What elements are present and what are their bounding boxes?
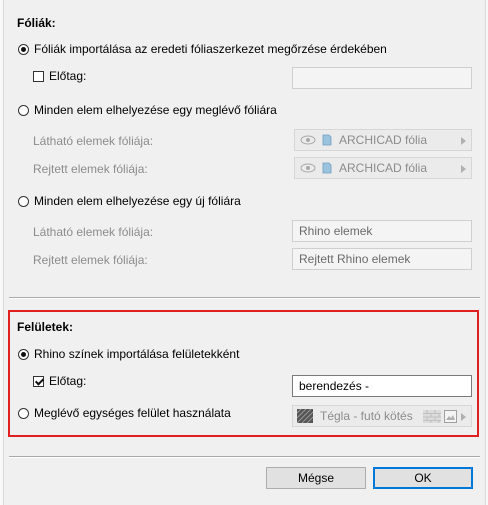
visible-layer-value: ARCHICAD fólia — [339, 133, 428, 147]
surfaces-prefix-label[interactable]: Előtag: — [49, 374, 86, 388]
surfaces-import-label[interactable]: Rhino színek importálása felületekként — [34, 347, 239, 361]
visible-layer-label: Látható elemek fóliája: — [33, 134, 154, 148]
section-divider — [9, 297, 480, 299]
new-hidden-layer-field[interactable]: Rejtett Rhino elemek — [292, 248, 472, 270]
new-visible-layer-field[interactable]: Rhino elemek — [292, 220, 472, 242]
ok-button[interactable]: OK — [373, 467, 473, 489]
surfaces-prefix-checkbox[interactable] — [33, 376, 44, 387]
surface-popup[interactable]: Tégla - futó kötés — [292, 405, 472, 427]
cancel-button[interactable]: Mégse — [266, 467, 366, 489]
layers-section-title: Fóliák: — [17, 16, 56, 30]
layers-prefix-field[interactable] — [292, 67, 472, 89]
layers-import-label[interactable]: Fóliák importálása az eredeti fóliaszerk… — [34, 42, 387, 56]
surface-swatch-icon — [297, 409, 313, 423]
eye-icon — [300, 135, 316, 145]
hidden-layer-label: Rejtett elemek fóliája: — [33, 162, 148, 176]
dialog-left-edge — [0, 0, 4, 505]
surfaces-prefix-field[interactable]: berendezés - — [292, 375, 472, 397]
hidden-layer-value: ARCHICAD fólia — [339, 161, 428, 175]
texture-icon — [444, 410, 457, 423]
layers-prefix-label[interactable]: Előtag: — [49, 69, 86, 83]
chevron-right-icon — [461, 165, 466, 173]
layer-icon — [322, 134, 332, 146]
surfaces-existing-label[interactable]: Meglévő egységes felület használata — [34, 406, 231, 420]
eye-icon — [300, 163, 316, 173]
new-hidden-layer-label: Rejtett elemek fóliája: — [33, 253, 148, 267]
surface-value: Tégla - futó kötés — [320, 409, 413, 423]
layers-import-radio[interactable] — [18, 44, 29, 55]
hidden-layer-popup[interactable]: ARCHICAD fólia — [294, 157, 472, 179]
footer-divider — [9, 456, 480, 458]
layers-existing-radio[interactable] — [18, 105, 29, 116]
layers-new-label[interactable]: Minden elem elhelyezése egy új fóliára — [34, 194, 241, 208]
surfaces-import-radio[interactable] — [18, 349, 29, 360]
chevron-right-icon — [461, 137, 466, 145]
surfaces-section-title: Felületek: — [17, 320, 74, 334]
layers-prefix-checkbox[interactable] — [33, 71, 44, 82]
surfaces-existing-radio[interactable] — [18, 408, 29, 419]
new-visible-layer-label: Látható elemek fóliája: — [33, 225, 154, 239]
layer-icon — [322, 162, 332, 174]
visible-layer-popup[interactable]: ARCHICAD fólia — [294, 129, 472, 151]
layers-new-radio[interactable] — [18, 196, 29, 207]
chevron-right-icon — [461, 413, 466, 421]
layers-existing-label[interactable]: Minden elem elhelyezése egy meglévő fóli… — [34, 103, 277, 117]
brick-pattern-icon — [423, 410, 441, 423]
